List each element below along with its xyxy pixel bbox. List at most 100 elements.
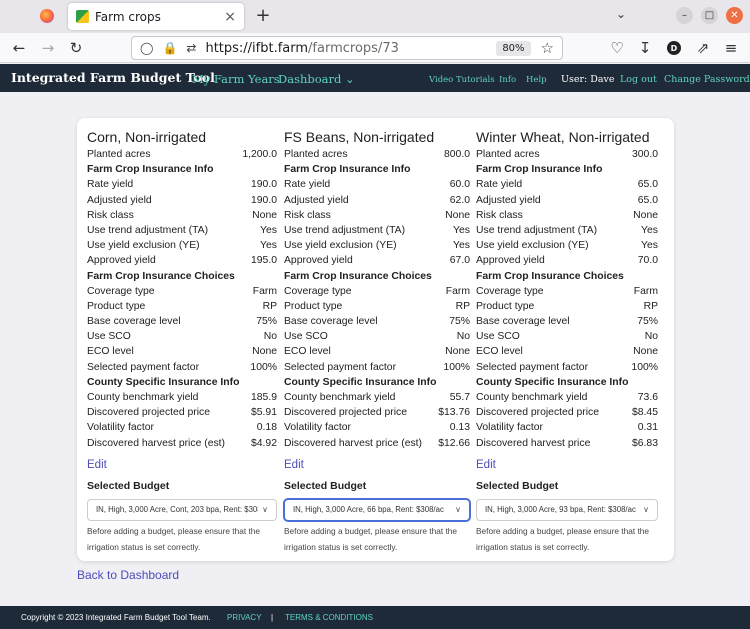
nav-dashboard[interactable]: Dashboard ⌄: [278, 72, 355, 86]
detail-label: Selected payment factor: [87, 361, 200, 373]
back-to-dashboard-link[interactable]: Back to Dashboard: [77, 568, 179, 582]
detail-value: $13.76: [438, 407, 470, 419]
detail-label: County benchmark yield: [87, 392, 199, 403]
permissions-icon[interactable]: ⇄: [186, 41, 196, 55]
section-heading-label: Farm Crop Insurance Choices: [284, 270, 432, 282]
detail-label: Coverage type: [284, 285, 352, 297]
detail-row: Discovered projected price $8.45: [476, 405, 658, 420]
menu-icon[interactable]: ≡: [722, 39, 740, 57]
terms-link[interactable]: TERMS & CONDITIONS: [285, 613, 373, 622]
firefox-view-button[interactable]: [30, 4, 64, 28]
detail-value: RP: [262, 300, 277, 312]
tab-list-chevron-icon[interactable]: ⌄: [616, 7, 626, 21]
shield-icon[interactable]: ◯: [140, 41, 153, 55]
detail-row: Use trend adjustment (TA) Yes: [87, 223, 277, 238]
detail-value: None: [633, 209, 658, 221]
detail-label: Rate yield: [284, 179, 331, 191]
detail-label: Planted acres: [87, 149, 151, 160]
detail-value: 0.31: [637, 422, 658, 434]
section-heading-label: Farm Crop Insurance Info: [87, 164, 214, 176]
detail-value: 185.9: [250, 392, 277, 403]
minimize-icon[interactable]: –: [676, 7, 693, 24]
detail-row: Planted acres 800.0: [284, 147, 470, 162]
edit-link[interactable]: Edit: [87, 457, 277, 473]
zoom-level-badge[interactable]: 80%: [496, 40, 531, 56]
budget-select[interactable]: IN, High, 3,000 Acre, 93 bpa, Rent: $308…: [476, 498, 658, 521]
detail-value: 60.0: [449, 179, 470, 191]
detail-value: 62.0: [449, 194, 470, 206]
detail-label: Selected payment factor: [476, 361, 589, 373]
crop-title: Winter Wheat, Non-irrigated: [476, 129, 650, 145]
detail-row: ECO level None: [476, 344, 658, 359]
detail-value: 75%: [256, 316, 277, 328]
detail-value: RP: [455, 300, 470, 312]
detail-label: Approved yield: [476, 255, 545, 267]
nav-my-farm-years[interactable]: My Farm Years: [192, 72, 280, 86]
detail-value: 67.0: [449, 255, 470, 267]
maximize-icon[interactable]: □: [701, 7, 718, 24]
close-window-icon[interactable]: ✕: [726, 7, 743, 24]
crop-title: Corn, Non-irrigated: [87, 129, 207, 145]
profile-avatar[interactable]: D: [667, 41, 681, 55]
detail-row: Base coverage level 75%: [476, 314, 658, 329]
detail-label: Approved yield: [284, 255, 353, 267]
download-icon[interactable]: ↧: [636, 39, 654, 57]
detail-row: Selected payment factor 100%: [284, 360, 470, 375]
nav-dashboard-label: Dashboard: [278, 72, 342, 86]
detail-row: Discovered projected price $5.91: [87, 405, 277, 420]
detail-row: Risk class None: [284, 208, 470, 223]
budget-select[interactable]: IN, High, 3,000 Acre, Cont, 203 bpa, Ren…: [87, 498, 277, 521]
url-bar[interactable]: ◯ 🔒 ⇄ https://ifbt.farm/farmcrops/73 80%…: [131, 36, 563, 60]
chevron-down-icon: ∨: [262, 505, 268, 515]
reload-icon[interactable]: ↻: [67, 39, 85, 57]
pocket-icon[interactable]: ♡: [608, 39, 626, 57]
selected-budget-label: Selected Budget: [476, 479, 559, 492]
tab-close-icon[interactable]: ×: [224, 9, 236, 25]
nav-video-tutorials[interactable]: Video Tutorials: [429, 75, 495, 85]
detail-row: County benchmark yield 73.6: [476, 390, 658, 405]
detail-value: 65.0: [637, 179, 658, 191]
detail-label: Adjusted yield: [476, 194, 541, 206]
new-tab-button[interactable]: +: [252, 5, 274, 26]
nav-info[interactable]: Info: [499, 75, 516, 85]
section-heading: Farm Crop Insurance Info: [87, 162, 277, 177]
browser-tab-bar: Farm crops × + ⌄ – □ ✕: [0, 0, 750, 33]
detail-row: Risk class None: [476, 208, 658, 223]
detail-label: Base coverage level: [87, 316, 181, 328]
detail-label: Discovered harvest price: [476, 437, 591, 449]
detail-label: Discovered projected price: [476, 407, 600, 419]
detail-value: None: [445, 209, 470, 221]
detail-value: 300.0: [631, 149, 658, 160]
nav-help[interactable]: Help: [526, 75, 547, 85]
nav-change-password[interactable]: Change Password: [664, 74, 750, 85]
nav-logout[interactable]: Log out: [620, 74, 657, 85]
edit-link[interactable]: Edit: [284, 457, 470, 473]
bookmark-star-icon[interactable]: ☆: [541, 39, 554, 57]
section-heading: Farm Crop Insurance Choices: [87, 269, 277, 284]
detail-row: Selected payment factor 100%: [87, 360, 277, 375]
detail-value: Yes: [260, 224, 277, 236]
detail-value: No: [263, 331, 277, 343]
detail-row: Use trend adjustment (TA) Yes: [284, 223, 470, 238]
url-text[interactable]: https://ifbt.farm/farmcrops/73: [205, 41, 496, 56]
budget-select[interactable]: IN, High, 3,000 Acre, 66 bpa, Rent: $308…: [284, 498, 470, 521]
browser-tab[interactable]: Farm crops ×: [68, 3, 244, 30]
chevron-down-icon: ⌄: [345, 72, 355, 86]
detail-label: County benchmark yield: [284, 392, 396, 403]
detail-row: Risk class None: [87, 208, 277, 223]
detail-value: 70.0: [637, 255, 658, 267]
edit-link[interactable]: Edit: [476, 457, 658, 473]
footer-separator: |: [271, 613, 274, 622]
extensions-icon[interactable]: ⇗: [694, 39, 712, 57]
detail-row: Base coverage level 75%: [284, 314, 470, 329]
forward-icon[interactable]: →: [39, 39, 57, 57]
lock-icon[interactable]: 🔒: [162, 41, 177, 55]
detail-label: ECO level: [476, 346, 523, 358]
privacy-link[interactable]: PRIVACY: [227, 613, 262, 622]
detail-label: Planted acres: [284, 149, 348, 160]
browser-nav-bar: ← → ↻ ◯ 🔒 ⇄ https://ifbt.farm/farmcrops/…: [0, 33, 750, 63]
back-icon[interactable]: ←: [10, 39, 28, 57]
brand-title[interactable]: Integrated Farm Budget Tool: [11, 70, 215, 85]
detail-label: Product type: [476, 300, 535, 312]
detail-row: Discovered projected price $13.76: [284, 405, 470, 420]
